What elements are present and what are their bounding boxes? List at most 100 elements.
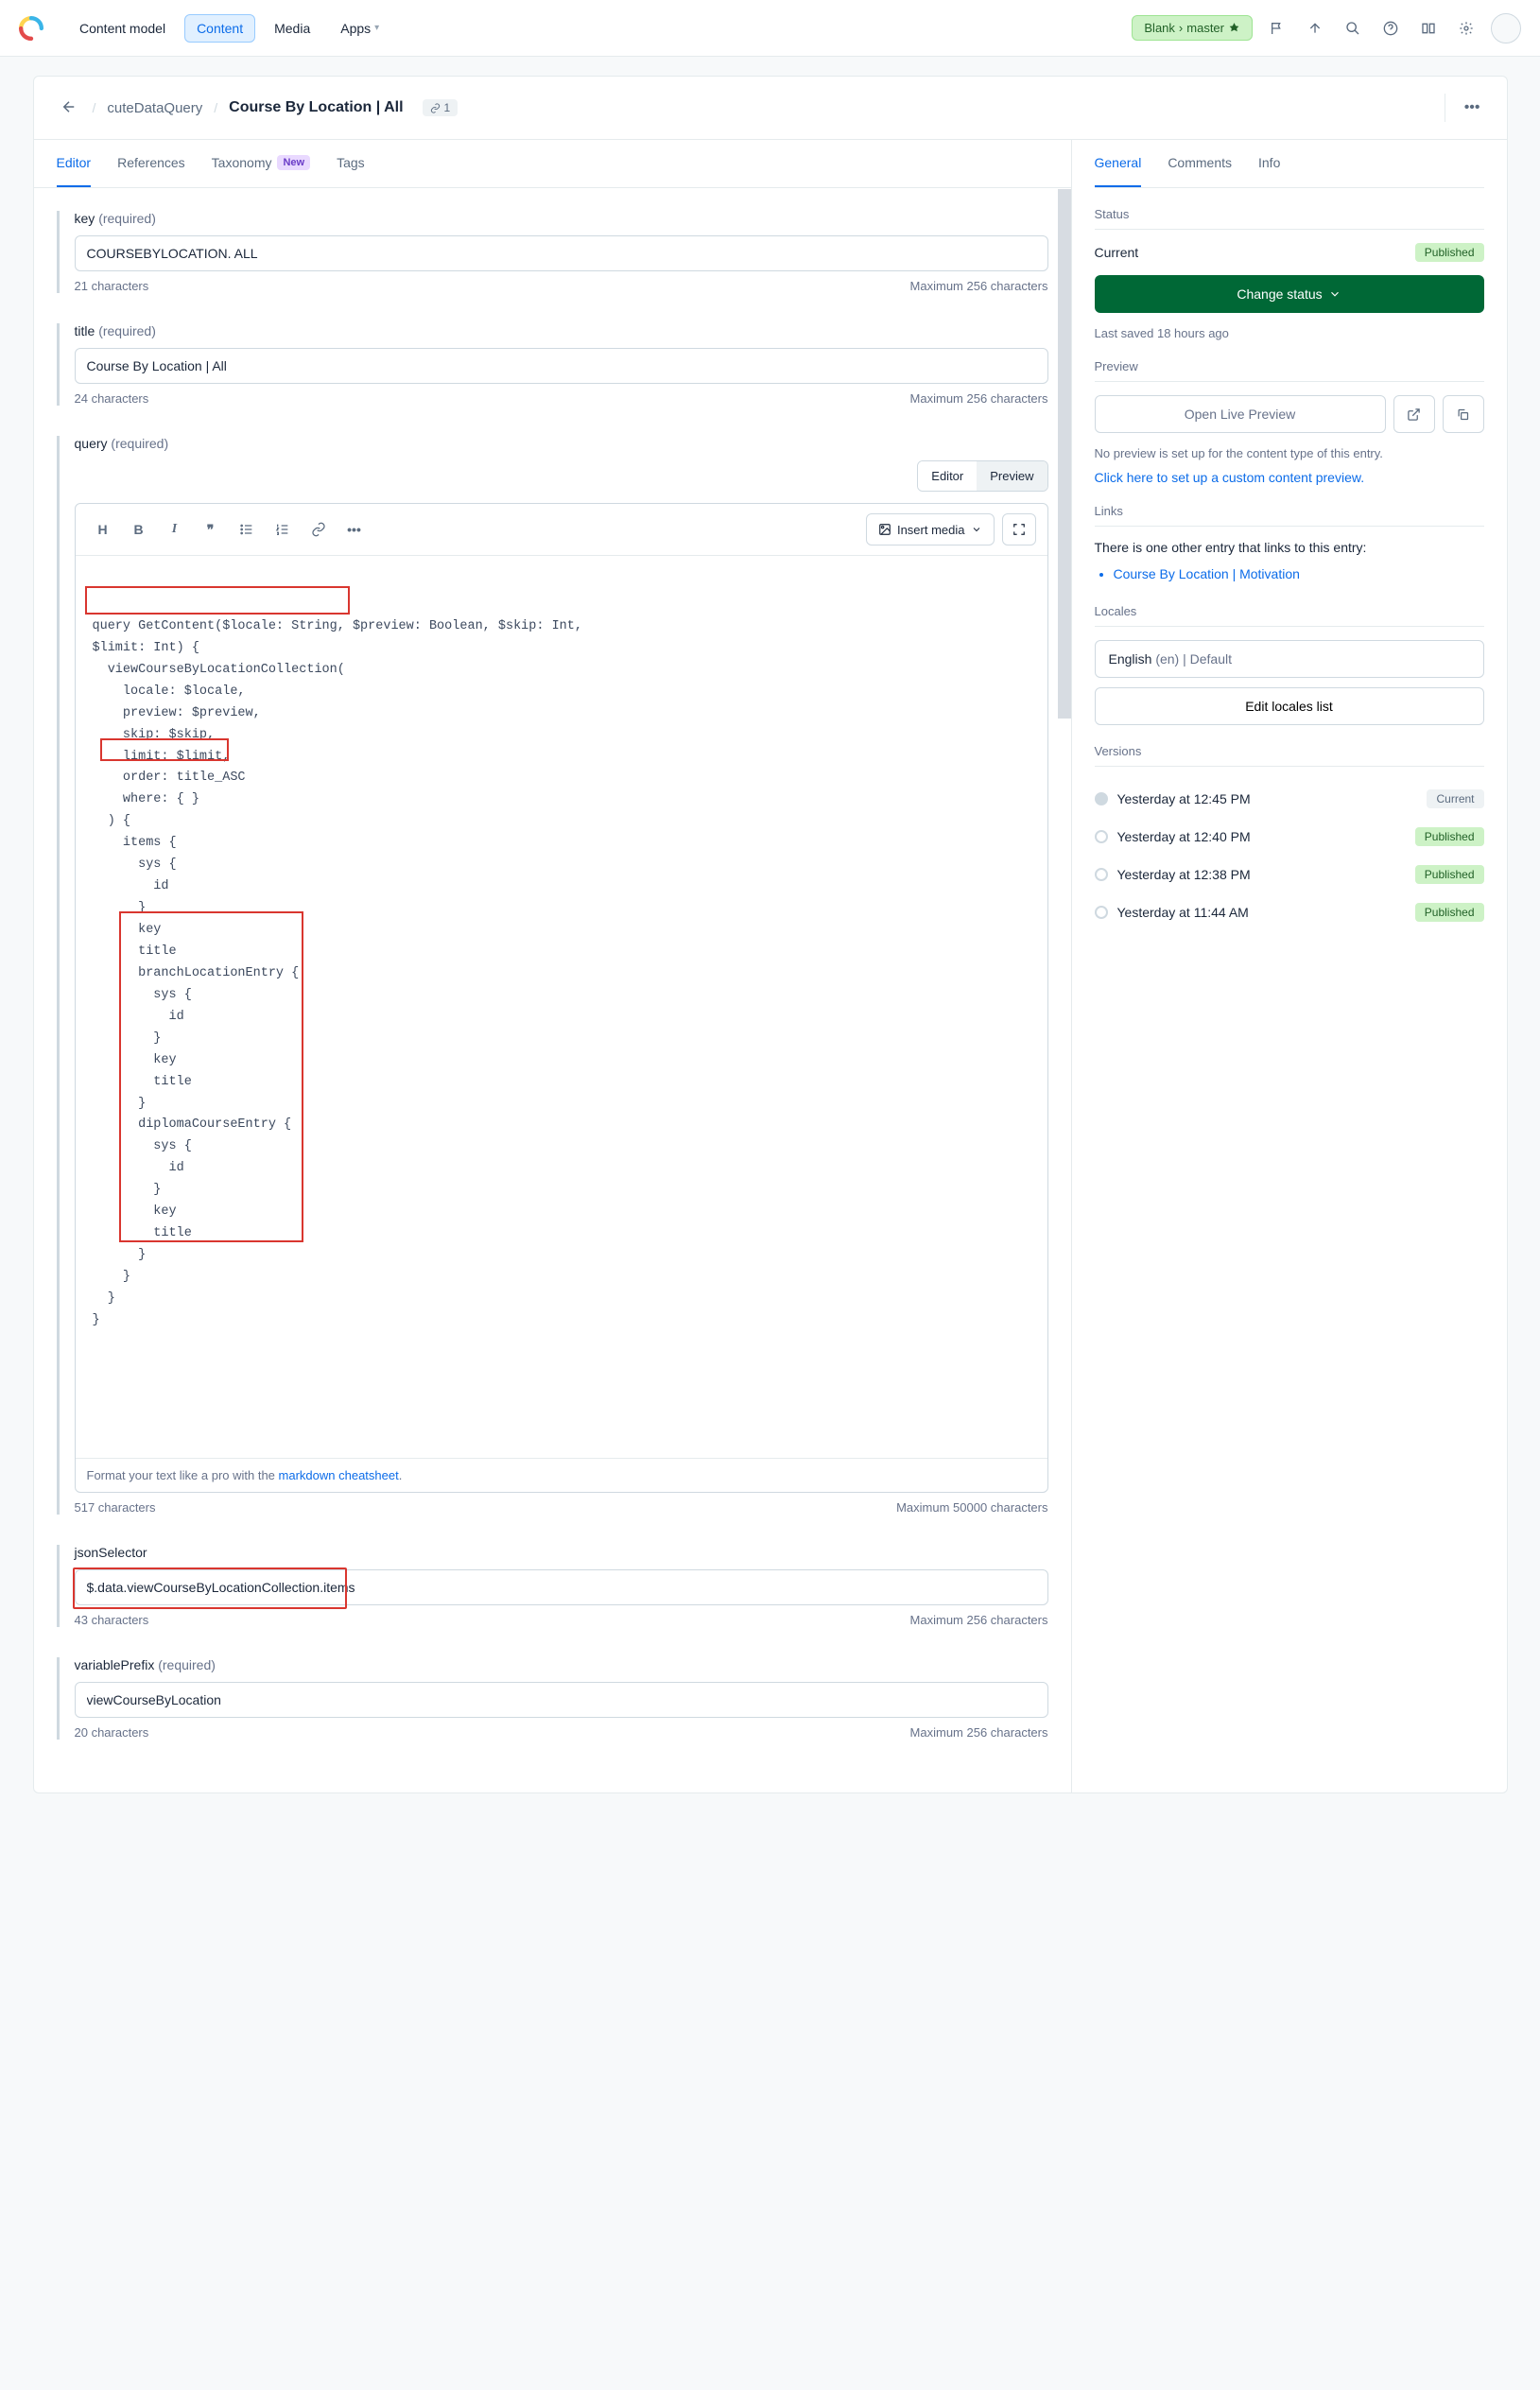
radio-icon [1095, 906, 1108, 919]
char-max: Maximum 256 characters [910, 391, 1048, 406]
upload-icon[interactable] [1302, 15, 1328, 42]
tab-editor[interactable]: Editor [57, 140, 92, 187]
insert-media-label: Insert media [897, 523, 965, 537]
field-jsonselector: jsonSelector 43 charactersMaximum 256 ch… [57, 1545, 1048, 1627]
code-area[interactable]: query GetContent($locale: String, $previ… [76, 556, 1047, 1458]
version-row[interactable]: Yesterday at 12:40 PM Published [1095, 818, 1484, 856]
locale-lang: English [1109, 651, 1152, 667]
char-count: 21 characters [75, 279, 149, 293]
breadcrumb-parent[interactable]: cuteDataQuery [107, 100, 202, 116]
char-max: Maximum 256 characters [910, 279, 1048, 293]
logo [19, 15, 45, 42]
link-count: 1 [444, 101, 451, 114]
copy-button[interactable] [1443, 395, 1484, 433]
links-note: There is one other entry that links to t… [1095, 540, 1484, 555]
heading-icon[interactable]: H [87, 514, 119, 545]
expand-button[interactable] [1002, 513, 1036, 546]
settings-icon[interactable] [1453, 15, 1479, 42]
required-tag: (required) [158, 1657, 216, 1672]
title-input[interactable] [75, 348, 1048, 384]
open-preview-button[interactable]: Open Live Preview [1095, 395, 1386, 433]
tab-references[interactable]: References [117, 140, 185, 187]
link-icon[interactable] [303, 514, 335, 545]
char-max: Maximum 50000 characters [896, 1500, 1047, 1515]
version-row[interactable]: Yesterday at 11:44 AMPublished [1095, 893, 1484, 931]
topnav-item-content-model[interactable]: Content model [68, 15, 177, 42]
topnav-item-apps[interactable]: Apps▾ [329, 15, 390, 42]
version-row[interactable]: Yesterday at 12:45 PMCurrent [1095, 780, 1484, 818]
radio-icon [1095, 792, 1108, 805]
side-tab-info[interactable]: Info [1258, 140, 1280, 187]
char-count: 20 characters [75, 1725, 149, 1740]
topnav: Content model Content Media Apps▾ [68, 14, 1132, 43]
help-icon[interactable] [1377, 15, 1404, 42]
field-label: title [75, 323, 95, 338]
breadcrumb-sep: / [93, 100, 96, 115]
locale-box[interactable]: English (en) | Default [1095, 640, 1484, 678]
char-max: Maximum 256 characters [910, 1613, 1048, 1627]
version-badge: Published [1415, 827, 1484, 846]
more-icon[interactable]: ••• [1461, 95, 1484, 120]
version-badge: Published [1415, 865, 1484, 884]
locales-section: Locales English (en) | Default Edit loca… [1095, 585, 1484, 725]
topnav-item-media[interactable]: Media [263, 15, 321, 42]
link-badge[interactable]: 1 [423, 99, 459, 116]
scrollbar[interactable] [1058, 189, 1071, 719]
edit-locales-button[interactable]: Edit locales list [1095, 687, 1484, 725]
topbar-right: Blank › master [1132, 13, 1521, 43]
rocket-icon [1228, 22, 1240, 34]
version-row[interactable]: Yesterday at 12:38 PMPublished [1095, 856, 1484, 893]
tab-taxonomy[interactable]: TaxonomyNew [212, 140, 310, 187]
side-tab-comments[interactable]: Comments [1168, 140, 1232, 187]
radio-icon [1095, 830, 1108, 843]
version-time: Yesterday at 11:44 AM [1117, 905, 1406, 920]
side-tabs: General Comments Info [1095, 140, 1484, 188]
status-section: Status Current Published Change status L… [1095, 188, 1484, 340]
bold-icon[interactable]: B [123, 514, 155, 545]
char-count: 517 characters [75, 1500, 156, 1515]
ul-icon[interactable] [231, 514, 263, 545]
key-input[interactable] [75, 235, 1048, 271]
external-link-button[interactable] [1393, 395, 1435, 433]
image-icon [878, 523, 891, 536]
jsonselector-input[interactable] [75, 1569, 1048, 1605]
more-format-icon[interactable]: ••• [338, 514, 371, 545]
ol-icon[interactable] [267, 514, 299, 545]
italic-icon[interactable]: I [159, 514, 191, 545]
topnav-item-content[interactable]: Content [184, 14, 255, 43]
required-tag: (required) [111, 436, 168, 451]
search-icon[interactable] [1340, 15, 1366, 42]
side-tab-general[interactable]: General [1095, 140, 1142, 187]
last-saved: Last saved 18 hours ago [1095, 326, 1484, 340]
query-tab-editor[interactable]: Editor [918, 461, 977, 491]
back-arrow-icon[interactable] [57, 95, 81, 122]
avatar[interactable] [1491, 13, 1521, 43]
chevron-down-icon [1328, 287, 1341, 301]
env-branch: master [1186, 21, 1224, 35]
change-status-button[interactable]: Change status [1095, 275, 1484, 313]
env-pill[interactable]: Blank › master [1132, 15, 1253, 41]
insert-media-button[interactable]: Insert media [866, 513, 995, 546]
link-item-link[interactable]: Course By Location | Motivation [1114, 566, 1300, 581]
editor-toolbar: H B I ❞ ••• Insert media [76, 504, 1047, 556]
quote-icon[interactable]: ❞ [195, 514, 227, 545]
docs-icon[interactable] [1415, 15, 1442, 42]
editor-box: H B I ❞ ••• Insert media [75, 503, 1048, 1493]
version-time: Yesterday at 12:40 PM [1117, 829, 1406, 844]
query-tab-preview[interactable]: Preview [977, 461, 1047, 491]
topbar: Content model Content Media Apps▾ Blank › m… [0, 0, 1540, 57]
variableprefix-input[interactable] [75, 1682, 1048, 1718]
preview-section: Preview Open Live Preview No preview is … [1095, 340, 1484, 485]
breadcrumb-sep: / [214, 100, 217, 115]
env-space: Blank [1144, 21, 1175, 35]
tab-tags[interactable]: Tags [337, 140, 365, 187]
preview-link[interactable]: Click here to set up a custom content pr… [1095, 470, 1365, 485]
flag-icon[interactable] [1264, 15, 1290, 42]
field-query: query (required) Editor Preview H B I ❞ [57, 436, 1048, 1515]
link-item: Course By Location | Motivation [1114, 563, 1484, 585]
versions-section: Versions Yesterday at 12:45 PMCurrentYes… [1095, 725, 1484, 931]
status-badge: Published [1415, 243, 1484, 262]
cheatsheet-link[interactable]: markdown cheatsheet [279, 1468, 399, 1482]
code-text: query GetContent($locale: String, $previ… [93, 616, 1030, 1332]
page: / cuteDataQuery / Course By Location | A… [33, 76, 1508, 1793]
